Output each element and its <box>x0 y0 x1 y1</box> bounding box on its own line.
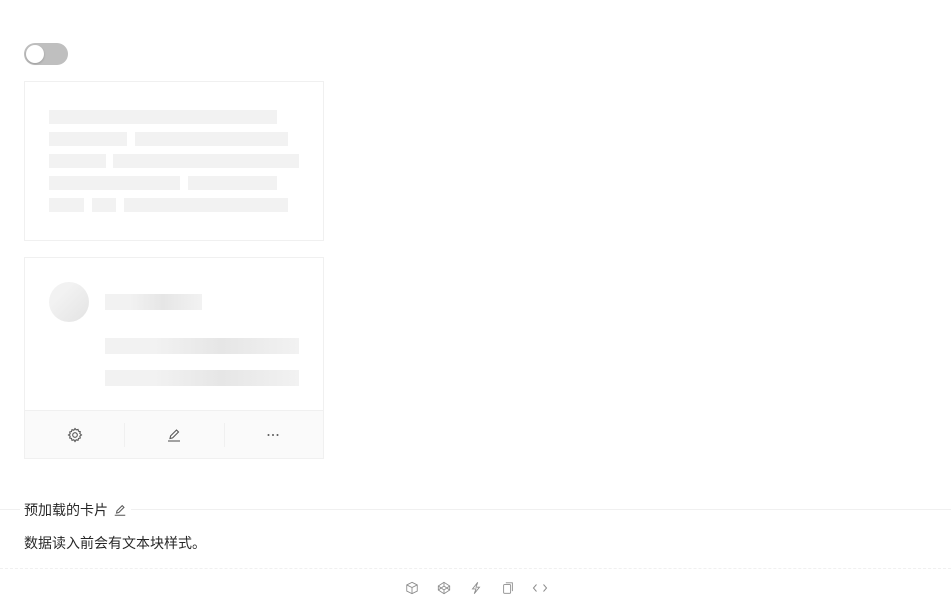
skeleton-line <box>49 176 180 190</box>
ellipsis-icon <box>267 433 279 436</box>
copy-action[interactable] <box>500 580 516 596</box>
skeleton-line <box>105 370 299 386</box>
codesandbox-icon <box>405 581 418 595</box>
avatar-skeleton <box>49 282 89 322</box>
code-icon <box>532 584 547 592</box>
setting-action[interactable] <box>25 411 124 458</box>
skeleton-line <box>124 198 288 212</box>
demo-title: 预加载的卡片 <box>20 499 131 521</box>
code-expand-action[interactable] <box>532 580 548 596</box>
edit-icon[interactable] <box>113 503 127 517</box>
demo-title-text: 预加载的卡片 <box>24 502 108 518</box>
codepen-icon <box>437 581 450 595</box>
ellipsis-action[interactable] <box>223 411 323 458</box>
skeleton-line <box>135 132 288 146</box>
skeleton-line <box>105 338 299 354</box>
dashed-divider <box>0 568 951 569</box>
setting-icon <box>67 427 83 442</box>
meta-loading-card <box>24 257 324 459</box>
codepen-action[interactable] <box>436 580 452 596</box>
skeleton-line <box>188 176 277 190</box>
thunderbolt-icon <box>471 582 480 594</box>
switch-knob <box>26 45 44 63</box>
skeleton-line <box>49 132 127 146</box>
thunderbolt-action[interactable] <box>468 580 484 596</box>
skeleton-line <box>92 198 116 212</box>
skeleton-title <box>105 294 202 310</box>
card-actions <box>25 410 323 458</box>
demo-description: 数据读入前会有文本块样式。 <box>24 535 206 551</box>
skeleton-line <box>113 154 299 168</box>
loading-card <box>24 81 324 241</box>
code-actions <box>0 580 951 598</box>
edit-icon <box>167 428 180 442</box>
codesandbox-action[interactable] <box>404 580 420 596</box>
copy-icon <box>502 582 513 594</box>
edit-action[interactable] <box>124 411 223 458</box>
divider-line <box>0 509 951 510</box>
skeleton-line <box>49 198 84 212</box>
loading-switch[interactable] <box>24 43 68 65</box>
skeleton-line <box>49 110 277 124</box>
demo-meta: 预加载的卡片 <box>0 499 951 521</box>
skeleton-line <box>49 154 106 168</box>
